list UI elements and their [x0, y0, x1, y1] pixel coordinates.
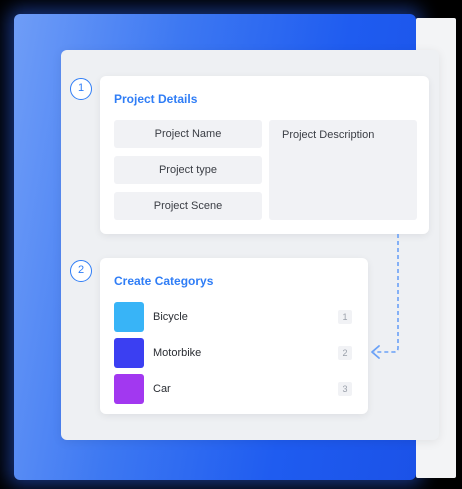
- dashed-connector-arrow: [371, 234, 399, 359]
- category-label: Motorbike: [153, 347, 202, 359]
- project-details-card: Project Details Project Name Project typ…: [100, 76, 429, 234]
- step-1-badge: 1: [70, 78, 92, 100]
- category-color-swatch: [114, 338, 144, 368]
- category-row-car[interactable]: Car 3: [114, 374, 354, 404]
- project-details-title: Project Details: [114, 92, 198, 106]
- project-description-field[interactable]: Project Description: [269, 120, 417, 220]
- category-color-swatch: [114, 302, 144, 332]
- category-color-swatch: [114, 374, 144, 404]
- create-categories-card: Create Categorys Bicycle 1 Motorbike 2 C…: [100, 258, 368, 414]
- category-label: Car: [153, 383, 171, 395]
- category-index-badge: 2: [338, 346, 352, 360]
- project-type-field[interactable]: Project type: [114, 156, 262, 184]
- create-categories-title: Create Categorys: [114, 274, 214, 288]
- category-index-badge: 3: [338, 382, 352, 396]
- project-scene-field[interactable]: Project Scene: [114, 192, 262, 220]
- project-name-field[interactable]: Project Name: [114, 120, 262, 148]
- step-2-badge: 2: [70, 260, 92, 282]
- category-label: Bicycle: [153, 311, 188, 323]
- category-row-bicycle[interactable]: Bicycle 1: [114, 302, 354, 332]
- category-row-motorbike[interactable]: Motorbike 2: [114, 338, 354, 368]
- category-index-badge: 1: [338, 310, 352, 324]
